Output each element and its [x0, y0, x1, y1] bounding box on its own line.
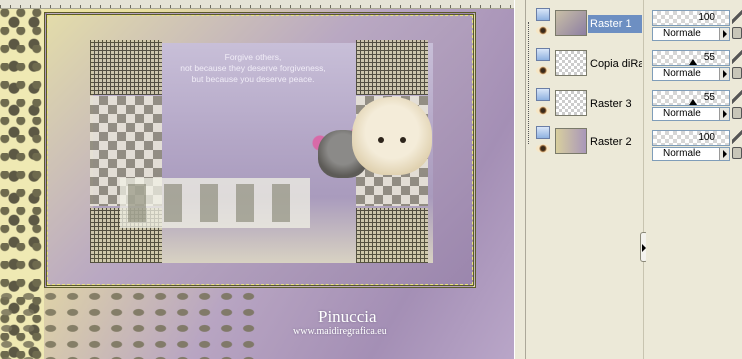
poem-line: not because they deserve forgiveness, [180, 63, 326, 73]
layer-name[interactable]: Raster 2 [588, 133, 642, 151]
lock-icon[interactable] [732, 67, 742, 79]
top-ruler [0, 0, 514, 9]
layer-row-raster-1[interactable]: Raster 1 [534, 6, 642, 40]
image-canvas[interactable]: Forgive others, not because they deserve… [0, 0, 514, 359]
layer-toggle-icon[interactable] [536, 88, 550, 101]
blend-mode-value: Normale [663, 68, 701, 79]
dropdown-arrow-icon[interactable] [719, 148, 729, 160]
blend-mode-value: Normale [663, 108, 701, 119]
brush-icon[interactable] [732, 10, 742, 24]
layer-toggle-icon[interactable] [536, 48, 550, 61]
leopard-texture-bottom [0, 290, 260, 359]
lock-icon[interactable] [732, 27, 742, 39]
dropdown-arrow-icon[interactable] [719, 108, 729, 120]
blend-mode-value: Normale [663, 28, 701, 39]
props-raster-1: 100 Normale [652, 2, 742, 41]
opacity-marker[interactable] [689, 59, 697, 65]
grid-tile-bottom-right [356, 208, 428, 263]
lock-icon[interactable] [732, 147, 742, 159]
blend-mode-value: Normale [663, 148, 701, 159]
brush-icon[interactable] [732, 130, 742, 144]
layer-name[interactable]: Copia diRas [588, 55, 642, 73]
props-raster-2: 100 Normale [652, 122, 742, 161]
opacity-slider[interactable]: 55 [652, 50, 730, 66]
brush-icon[interactable] [732, 50, 742, 64]
layer-row-raster-3[interactable]: Raster 3 [534, 86, 640, 120]
eye-icon[interactable] [536, 144, 550, 153]
puppy-image [352, 97, 432, 175]
eye-icon[interactable] [536, 106, 550, 115]
opacity-value: 55 [703, 52, 715, 63]
opacity-slider[interactable]: 55 [652, 90, 730, 106]
layer-toggle-icon[interactable] [536, 8, 550, 21]
panel-separator [514, 0, 526, 359]
dropdown-arrow-icon[interactable] [719, 68, 729, 80]
dropdown-arrow-icon[interactable] [719, 28, 729, 40]
opacity-slider[interactable]: 100 [652, 10, 730, 26]
eye-icon[interactable] [536, 66, 550, 75]
layer-name[interactable]: Raster 1 [588, 15, 642, 33]
layer-toggle-icon[interactable] [536, 126, 550, 139]
layer-row-copia[interactable]: Copia diRas [534, 46, 642, 80]
layer-thumbnail [555, 90, 587, 116]
blend-mode-select[interactable]: Normale [652, 27, 730, 41]
brush-icon[interactable] [732, 90, 742, 104]
props-raster-3: 55 Normale [652, 82, 742, 121]
opacity-value: 55 [703, 92, 715, 103]
signature-text: Pinuccia [318, 307, 377, 326]
grid-tile-top-right [356, 40, 428, 95]
poem-line: Forgive others, [224, 52, 282, 62]
poem-line: but because you deserve peace. [191, 74, 315, 84]
blend-mode-select[interactable]: Normale [652, 147, 730, 161]
poem-text: Forgive others, not because they deserve… [168, 52, 338, 85]
layer-name[interactable]: Raster 3 [588, 95, 642, 113]
blend-mode-select[interactable]: Normale [652, 67, 730, 81]
checker-floor [120, 178, 310, 228]
opacity-value: 100 [698, 132, 715, 143]
opacity-marker[interactable] [689, 99, 697, 105]
layer-thumbnail [555, 128, 587, 154]
opacity-value: 100 [698, 12, 715, 23]
layer-thumbnail [555, 10, 587, 36]
layer-row-raster-2[interactable]: Raster 2 [534, 124, 640, 158]
eye-icon[interactable] [536, 26, 550, 35]
blend-mode-select[interactable]: Normale [652, 107, 730, 121]
layer-thumbnail [555, 50, 587, 76]
opacity-slider[interactable]: 100 [652, 130, 730, 146]
website-url-text: www.maidiregrafica.eu [293, 326, 387, 337]
grid-tile-top-left [90, 40, 162, 95]
props-copia: 55 Normale [652, 42, 742, 81]
lock-icon[interactable] [732, 107, 742, 119]
